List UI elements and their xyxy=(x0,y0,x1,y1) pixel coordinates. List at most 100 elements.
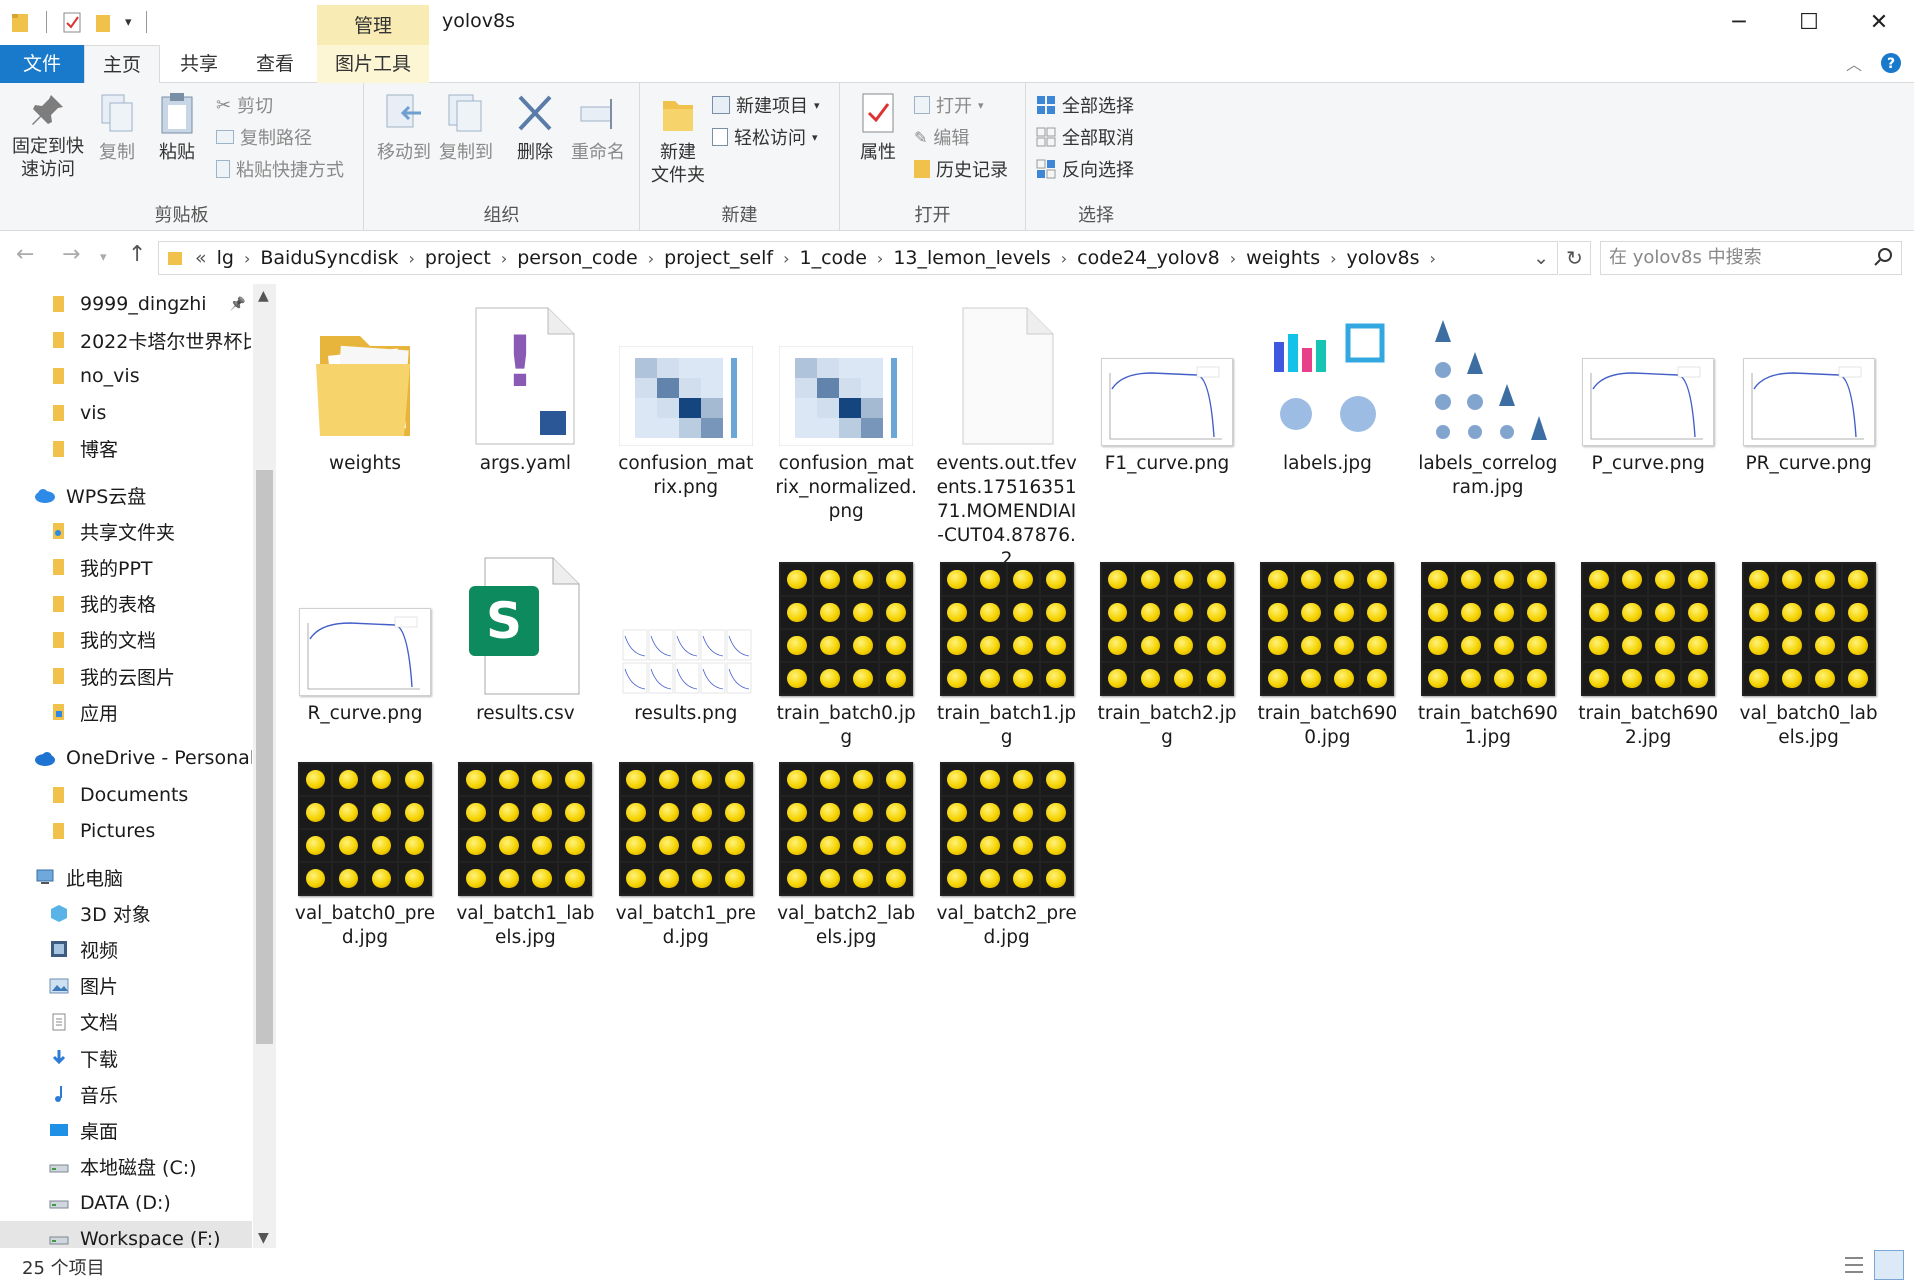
back-arrow-icon[interactable]: ← xyxy=(16,242,34,267)
breadcrumb-item[interactable]: lg xyxy=(217,247,234,269)
tab-view[interactable]: 查看 xyxy=(246,45,304,83)
file-item[interactable]: train_batch6902.jpg xyxy=(1573,546,1723,750)
file-item[interactable]: confusion_matrix.png xyxy=(611,296,761,500)
maximize-button[interactable]: ☐ xyxy=(1774,0,1844,45)
sidebar-item[interactable]: 共享文件夹 xyxy=(0,513,252,549)
file-item[interactable]: train_batch2.jpg xyxy=(1092,546,1242,750)
sidebar-item[interactable]: 文档 xyxy=(0,1004,252,1040)
file-item[interactable]: val_batch2_pred.jpg xyxy=(932,746,1082,950)
file-item[interactable]: ! args.yaml xyxy=(450,296,600,476)
folder-icon[interactable] xyxy=(10,10,32,34)
file-item[interactable]: val_batch1_labels.jpg xyxy=(450,746,600,950)
breadcrumb-item[interactable]: project xyxy=(425,247,491,269)
history-button[interactable]: 历史记录 xyxy=(914,155,1008,183)
chevron-right-icon[interactable]: › xyxy=(648,249,654,268)
file-item[interactable]: F1_curve.png xyxy=(1092,296,1242,476)
address-dropdown-icon[interactable]: ⌄ xyxy=(1533,247,1549,269)
sidebar-item[interactable]: 图片 xyxy=(0,968,252,1004)
delete-button[interactable]: 删除 xyxy=(510,91,560,164)
sidebar-item[interactable]: 视频 xyxy=(0,931,252,967)
file-item[interactable]: labels.jpg xyxy=(1252,296,1402,476)
sidebar-item[interactable]: 我的云图片 xyxy=(0,658,252,694)
sidebar-item[interactable]: 应用 xyxy=(0,694,252,730)
breadcrumb-item[interactable]: yolov8s xyxy=(1347,247,1420,269)
pin-quick-access-button[interactable]: 固定到快 速访问 xyxy=(8,91,88,181)
breadcrumb-item[interactable]: 1_code xyxy=(800,247,867,269)
breadcrumb-item[interactable]: project_self xyxy=(664,247,773,269)
file-item[interactable]: val_batch2_labels.jpg xyxy=(771,746,921,950)
sidebar-item[interactable]: 博客 xyxy=(0,431,252,467)
address-bar[interactable]: « lg › BaiduSyncdisk › project › person_code › p… xyxy=(158,241,1558,275)
up-arrow-icon[interactable]: ↑ xyxy=(128,242,146,267)
chevron-right-icon[interactable]: › xyxy=(1430,249,1436,268)
chevron-right-icon[interactable]: › xyxy=(408,249,414,268)
file-item[interactable]: P_curve.png xyxy=(1573,296,1723,476)
properties-button[interactable]: 属性 xyxy=(854,91,902,164)
properties-icon[interactable] xyxy=(61,10,83,34)
breadcrumb-item[interactable]: weights xyxy=(1246,247,1320,269)
sidebar-item[interactable]: 我的表格 xyxy=(0,586,252,622)
file-item[interactable]: results.png xyxy=(611,546,761,726)
file-item[interactable]: weights xyxy=(290,296,440,476)
file-item[interactable]: confusion_matrix_normalized.png xyxy=(771,296,921,524)
file-item[interactable]: R_curve.png xyxy=(290,546,440,726)
file-item[interactable]: train_batch1.jpg xyxy=(932,546,1082,750)
sidebar-item[interactable]: OneDrive - Personal xyxy=(0,740,252,776)
sidebar-item[interactable]: 本地磁盘 (C:) xyxy=(0,1149,252,1185)
chevron-right-icon[interactable]: › xyxy=(783,249,789,268)
sidebar-item[interactable]: 3D 对象 xyxy=(0,895,252,931)
sidebar-item[interactable]: 2022卡塔尔世界杯比赛 xyxy=(0,322,252,358)
file-item[interactable]: labels_correlogram.jpg xyxy=(1413,296,1563,500)
select-all-button[interactable]: 全部选择 xyxy=(1036,91,1134,119)
copy-button[interactable]: 复制 xyxy=(92,91,142,164)
easy-access-button[interactable]: 轻松访问 ▾ xyxy=(712,123,818,151)
tab-file[interactable]: 文件 xyxy=(0,45,84,83)
sidebar-item[interactable]: 此电脑 xyxy=(0,859,252,895)
sidebar-item[interactable]: 桌面 xyxy=(0,1112,252,1148)
manage-context-tab[interactable]: 管理 xyxy=(317,5,429,45)
chevron-right-icon[interactable]: › xyxy=(244,249,250,268)
copy-path-button[interactable]: 复制路径 xyxy=(216,123,312,151)
new-folder-button[interactable]: 新建 文件夹 xyxy=(646,91,710,187)
breadcrumb-overflow[interactable]: « xyxy=(195,247,207,269)
refresh-button[interactable]: ↻ xyxy=(1559,241,1591,275)
sidebar-item[interactable]: 下载 xyxy=(0,1040,252,1076)
sidebar-item[interactable]: 9999_dingzhi 📌 xyxy=(0,286,252,322)
rename-button[interactable]: 重命名 xyxy=(568,91,628,164)
select-none-button[interactable]: 全部取消 xyxy=(1036,123,1134,151)
sidebar-item[interactable]: 我的PPT xyxy=(0,549,252,585)
paste-shortcut-button[interactable]: 粘贴快捷方式 xyxy=(216,155,344,183)
chevron-right-icon[interactable]: › xyxy=(1061,249,1067,268)
scroll-down-icon[interactable]: ▼ xyxy=(258,1230,269,1246)
minimize-button[interactable]: ─ xyxy=(1704,0,1774,45)
file-item[interactable]: train_batch6901.jpg xyxy=(1413,546,1563,750)
sidebar-item[interactable]: 音乐 xyxy=(0,1076,252,1112)
edit-button[interactable]: ✎ 编辑 xyxy=(914,123,969,151)
file-item[interactable]: val_batch1_pred.jpg xyxy=(611,746,761,950)
file-item[interactable]: val_batch0_pred.jpg xyxy=(290,746,440,950)
breadcrumb-item[interactable]: BaiduSyncdisk xyxy=(260,247,398,269)
sidebar-item[interactable]: no_vis xyxy=(0,358,252,394)
breadcrumb-item[interactable]: 13_lemon_levels xyxy=(893,247,1050,269)
move-to-button[interactable]: 移动到 xyxy=(376,91,432,164)
paste-button[interactable]: 粘贴 xyxy=(152,91,202,164)
tab-picture-tools[interactable]: 图片工具 xyxy=(317,45,429,83)
breadcrumb-item[interactable]: code24_yolov8 xyxy=(1077,247,1220,269)
close-button[interactable]: ✕ xyxy=(1844,0,1914,45)
large-icons-view-icon[interactable] xyxy=(1874,1250,1904,1280)
file-item[interactable]: events.out.tfevents.1751635171.MOMENDIAI… xyxy=(932,296,1082,572)
sidebar-item[interactable]: Pictures xyxy=(0,813,252,849)
chevron-up-icon[interactable]: ︿ xyxy=(1846,51,1862,75)
file-item[interactable]: val_batch0_labels.jpg xyxy=(1734,546,1884,750)
new-item-button[interactable]: 新建项目 ▾ xyxy=(712,91,820,119)
navigation-scrollbar[interactable]: ▲ ▼ xyxy=(253,284,276,1248)
sidebar-item[interactable]: vis xyxy=(0,395,252,431)
new-folder-icon[interactable] xyxy=(93,10,115,34)
scroll-up-icon[interactable]: ▲ xyxy=(258,288,269,304)
tab-home[interactable]: 主页 xyxy=(84,45,160,84)
invert-selection-button[interactable]: 反向选择 xyxy=(1036,155,1134,183)
file-item[interactable]: train_batch6900.jpg xyxy=(1252,546,1402,750)
chevron-right-icon[interactable]: › xyxy=(877,249,883,268)
search-input[interactable]: 在 yolov8s 中搜索 xyxy=(1600,241,1902,275)
details-view-icon[interactable] xyxy=(1838,1250,1868,1280)
